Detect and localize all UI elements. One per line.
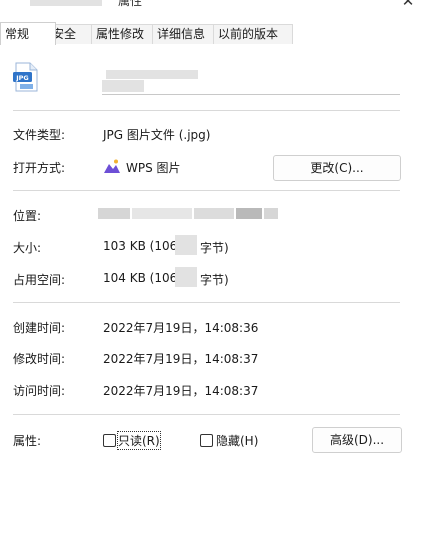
attributes-label: 属性: bbox=[13, 434, 42, 448]
separator bbox=[13, 110, 400, 111]
title-bar: 属性 ✕ bbox=[0, 0, 422, 22]
tab-previous-versions[interactable]: 以前的版本 bbox=[213, 24, 293, 44]
window-title-redacted bbox=[30, 0, 102, 6]
separator bbox=[13, 190, 400, 191]
created-label: 创建时间: bbox=[13, 321, 66, 335]
location-value-redacted bbox=[98, 208, 278, 219]
file-name-redacted-2 bbox=[102, 80, 144, 92]
file-type-value: JPG 图片文件 (.jpg) bbox=[103, 128, 211, 142]
readonly-checkbox-label[interactable]: 只读(R) bbox=[117, 431, 161, 450]
accessed-label: 访问时间: bbox=[13, 384, 66, 398]
change-button[interactable]: 更改(C)... bbox=[273, 155, 401, 181]
jpg-badge-text: JPG bbox=[15, 74, 29, 82]
open-with-label: 打开方式: bbox=[13, 161, 66, 175]
general-panel bbox=[0, 44, 422, 540]
modified-value: 2022年7月19日，14:08:37 bbox=[103, 352, 259, 366]
jpg-file-icon: JPG bbox=[12, 62, 40, 92]
file-name-redacted bbox=[106, 70, 198, 79]
size-value-redacted bbox=[175, 235, 197, 255]
window-title: 属性 bbox=[118, 0, 143, 8]
tab-general[interactable]: 常规 bbox=[0, 22, 56, 45]
size-label: 大小: bbox=[13, 241, 42, 255]
disk-size-label: 占用空间: bbox=[13, 273, 66, 287]
file-type-label: 文件类型: bbox=[13, 128, 66, 142]
disk-size-value-redacted bbox=[175, 267, 197, 287]
wps-picture-icon bbox=[103, 158, 121, 174]
advanced-button[interactable]: 高级(D)... bbox=[312, 427, 402, 453]
tab-attribute-modify[interactable]: 属性修改 bbox=[91, 24, 159, 44]
hidden-checkbox[interactable] bbox=[200, 434, 213, 447]
readonly-checkbox[interactable] bbox=[103, 434, 116, 447]
open-with-app: WPS 图片 bbox=[126, 161, 181, 175]
hidden-checkbox-label[interactable]: 隐藏(H) bbox=[216, 432, 258, 449]
modified-label: 修改时间: bbox=[13, 352, 66, 366]
disk-size-value-prefix: 104 KB (106, bbox=[103, 271, 182, 285]
location-label: 位置: bbox=[13, 209, 42, 223]
disk-size-value-suffix: 字节) bbox=[200, 273, 229, 287]
separator bbox=[13, 302, 400, 303]
separator bbox=[13, 414, 400, 415]
created-value: 2022年7月19日，14:08:36 bbox=[103, 321, 259, 335]
file-name-input[interactable] bbox=[102, 68, 400, 95]
close-button[interactable]: ✕ bbox=[398, 0, 418, 10]
size-value-suffix: 字节) bbox=[200, 241, 229, 255]
size-value-prefix: 103 KB (106, bbox=[103, 239, 182, 253]
accessed-value: 2022年7月19日，14:08:37 bbox=[103, 384, 259, 398]
tab-details[interactable]: 详细信息 bbox=[152, 24, 220, 44]
